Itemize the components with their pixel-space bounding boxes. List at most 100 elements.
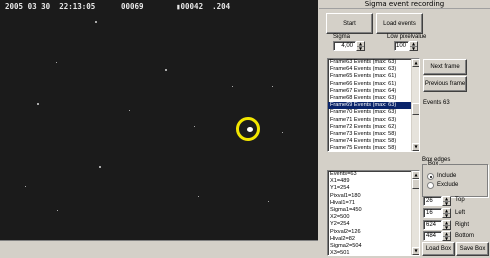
video-status-strip [0, 240, 318, 258]
star [37, 103, 39, 105]
right-input[interactable]: 624 [423, 220, 442, 230]
frame-list-item[interactable]: Frame66 Events (max: 61) [328, 81, 419, 88]
low-pixelvalue-input[interactable]: 100 [394, 41, 409, 51]
top-input[interactable]: 26 [423, 196, 442, 206]
frame-list-item[interactable]: Frame63 Events (max: 63) [328, 59, 419, 66]
scroll-up-icon[interactable]: ▲ [412, 59, 419, 67]
frame-list-item[interactable]: Frame72 Events (max: 62) [328, 124, 419, 131]
osd-frame-counter: 00069 [121, 2, 144, 11]
star [268, 201, 269, 202]
detail-list-item[interactable]: Y2=254 [328, 221, 419, 228]
right-spinner[interactable]: ▲ ▼ [442, 220, 451, 230]
frame-list-item[interactable]: Frame64 Events (max: 63) [328, 66, 419, 73]
osd-date: 2005 03 30 [5, 2, 51, 11]
detail-list-item[interactable]: Pixval2=126 [328, 229, 419, 236]
save-box-button[interactable]: Save Box [456, 242, 489, 256]
scroll-thumb[interactable] [412, 103, 419, 115]
box-group: Box Include Exclude [422, 161, 488, 197]
star [56, 62, 57, 63]
right-label: Right [455, 222, 470, 228]
star [95, 21, 97, 23]
details-rows: Events=63 X1=489 Y1=254 Pixval1=180 Hival1=7… [328, 171, 419, 255]
frame-list-item[interactable]: Frame71 Events (max: 63) [328, 117, 419, 124]
panel-title: Sigma event recording [319, 0, 490, 9]
detail-list-item[interactable]: Sigma1=450 [328, 207, 419, 214]
next-frame-button[interactable]: Next frame [423, 59, 467, 75]
spin-down-icon[interactable]: ▼ [443, 225, 450, 230]
frame-list-item[interactable]: Frame70 Events (max: 63) [328, 109, 419, 116]
spin-down-icon[interactable]: ▼ [443, 213, 450, 218]
star [129, 110, 130, 111]
video-frame[interactable]: 2005 03 30 22:13:05 00069 ▮00042 .204 [0, 0, 318, 240]
detail-list-item[interactable]: Pixval1=180 [328, 193, 419, 200]
detail-list-item[interactable]: Y1=254 [328, 185, 419, 192]
star [99, 166, 101, 168]
low-pixelvalue-label: Low pixelvalue [387, 34, 427, 40]
load-box-button[interactable]: Load Box [422, 242, 455, 256]
detail-list-item[interactable]: Hival1=71 [328, 200, 419, 207]
low-pixelvalue-spinner[interactable]: ▲ ▼ [409, 41, 418, 51]
detail-list-item[interactable]: Events=63 [328, 171, 419, 178]
left-input[interactable]: 16 [423, 208, 442, 218]
osd-timestamp: 2005 03 30 22:13:05 [5, 2, 95, 11]
star [25, 186, 26, 187]
left-label: Left [455, 210, 466, 216]
include-radio-button[interactable] [427, 173, 434, 180]
frame-list-item[interactable]: Frame65 Events (max: 61) [328, 73, 419, 80]
osd-field-counter: ▮00042 .204 [176, 2, 231, 11]
star [232, 86, 233, 87]
exclude-radio-button[interactable] [427, 182, 434, 189]
start-button[interactable]: Start [326, 13, 373, 34]
box-group-label: Box [427, 161, 440, 168]
frame-list-item[interactable]: Frame73 Events (max: 58) [328, 131, 419, 138]
exclude-label: Exclude [437, 182, 459, 188]
detail-list-item[interactable]: X3=501 [328, 250, 419, 255]
scroll-down-icon[interactable]: ▼ [412, 247, 419, 255]
spin-down-icon[interactable]: ▼ [357, 46, 364, 51]
scroll-down-icon[interactable]: ▼ [412, 143, 419, 151]
spin-down-icon[interactable]: ▼ [443, 201, 450, 206]
detail-list-item[interactable]: X1=489 [328, 178, 419, 185]
top-label: Top [455, 197, 465, 203]
star [272, 86, 273, 87]
left-spinner[interactable]: ▲ ▼ [442, 208, 451, 218]
scroll-thumb[interactable] [412, 179, 419, 189]
load-events-button[interactable]: Load events [376, 13, 423, 34]
detail-list-item[interactable]: Sigma2=504 [328, 243, 419, 250]
frame-list-item[interactable]: Frame74 Events (max: 58) [328, 138, 419, 145]
osd-field: 00042 [180, 2, 204, 11]
event-marker-circle [236, 117, 260, 141]
event-details-list[interactable]: Events=63 X1=489 Y1=254 Pixval1=180 Hival1=7… [327, 170, 420, 256]
sigma-input[interactable]: 4,00 [333, 41, 356, 51]
control-panel: Sigma event recording Start Load events … [319, 0, 490, 258]
bottom-spinner[interactable]: ▲ ▼ [442, 231, 451, 241]
include-label: Include [437, 173, 457, 179]
detail-list-item[interactable]: Hival2=82 [328, 236, 419, 243]
bottom-label: Bottom [455, 233, 475, 239]
frame-list-item[interactable]: Frame69 Events (max: 63) [328, 102, 419, 110]
star [198, 196, 199, 197]
event-object [247, 127, 253, 132]
detail-list-item[interactable]: X2=500 [328, 214, 419, 221]
include-radio[interactable]: Include [427, 173, 456, 180]
events-count-label: Events 63 [423, 100, 450, 106]
frames-scrollbar[interactable]: ▲ ▼ [411, 59, 419, 151]
exclude-radio[interactable]: Exclude [427, 182, 458, 189]
top-spinner[interactable]: ▲ ▼ [442, 196, 451, 206]
spin-down-icon[interactable]: ▼ [443, 236, 450, 241]
star [282, 132, 283, 133]
scroll-up-icon[interactable]: ▲ [412, 171, 419, 179]
frames-rows: Frame63 Events (max: 63) Frame64 Events (… [328, 59, 419, 151]
star [57, 210, 58, 211]
details-scrollbar[interactable]: ▲ ▼ [411, 171, 419, 255]
frame-list-item[interactable]: Frame68 Events (max: 63) [328, 95, 419, 102]
frame-list-item[interactable]: Frame67 Events (max: 64) [328, 88, 419, 95]
star [194, 126, 195, 127]
spin-down-icon[interactable]: ▼ [410, 46, 417, 51]
sigma-spinner[interactable]: ▲ ▼ [356, 41, 365, 51]
previous-frame-button[interactable]: Previous frame [423, 76, 467, 92]
frame-list-item[interactable]: Frame75 Events (max: 58) [328, 145, 419, 151]
frames-list[interactable]: Frame63 Events (max: 63) Frame64 Events (… [327, 58, 420, 152]
star [165, 69, 167, 71]
bottom-input[interactable]: 484 [423, 231, 442, 241]
